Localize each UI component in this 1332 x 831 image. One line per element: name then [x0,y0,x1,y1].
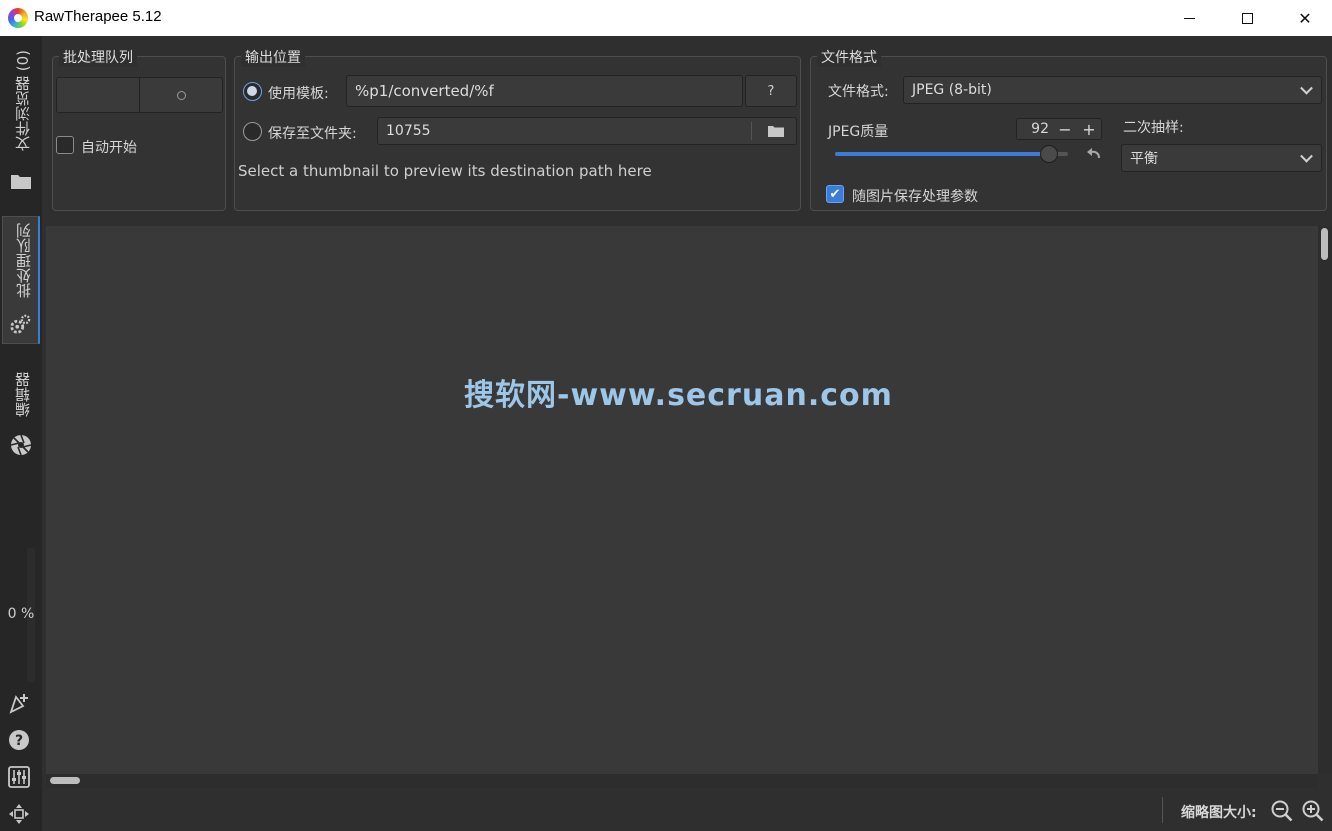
help-icon[interactable]: ? [8,729,30,751]
file-format-panel: 文件格式 文件格式: JPEG (8-bit) JPEG质量 92 − + 二次… [810,47,1327,211]
fullscreen-icon[interactable] [8,803,30,825]
folder-chooser-divider [751,122,752,140]
subsampling-label: 二次抽样: [1123,120,1184,136]
folder-icon [10,170,32,192]
window-title: RawTherapee 5.12 [34,8,162,25]
aperture-icon [10,434,32,456]
horizontal-scrollbar-thumb[interactable] [50,777,80,784]
maximize-icon [1241,12,1253,24]
jpeg-quality-slider-fill [835,152,1049,156]
file-format-label: 文件格式: [828,84,889,100]
maximize-button[interactable] [1218,0,1276,36]
file-format-dropdown[interactable]: JPEG (8-bit) [903,76,1322,104]
tab-editor-label: 编辑器 [14,372,32,417]
batch-queue-panel: 批处理队列 自动开始 [52,47,226,211]
save-params-label: 随图片保存处理参数 [852,189,978,205]
use-template-radio[interactable] [243,82,262,101]
save-params-checkbox[interactable]: ✔ [826,185,844,203]
tab-batch-queue[interactable]: 批处理队列 [2,216,40,344]
output-location-legend: 输出位置 [241,47,305,67]
auto-start-label: 自动开始 [81,140,137,156]
start-queue-button[interactable] [56,77,140,113]
queue-thumbnail-area[interactable]: 搜软网-www.secruan.com [46,226,1318,774]
file-format-value: JPEG (8-bit) [912,82,992,98]
preferences-icon[interactable] [8,766,30,788]
close-button[interactable]: ✕ [1276,0,1332,36]
quality-increase-button[interactable]: + [1077,120,1101,139]
gears-icon [9,313,31,335]
record-dot-icon [176,90,186,100]
jpeg-quality-spinner[interactable]: 92 − + [1016,118,1102,140]
vertical-scrollbar[interactable] [1318,226,1332,774]
tab-file-browser[interactable]: 文件浏览器 (0) [2,46,40,206]
jpeg-quality-label: JPEG质量 [828,124,889,140]
folder-chooser-value: 10755 [386,123,431,139]
jpeg-quality-slider[interactable] [835,145,1068,163]
horizontal-scrollbar[interactable] [46,774,1318,788]
batch-queue-legend: 批处理队列 [59,47,137,67]
new-editor-icon[interactable] [8,692,30,714]
output-location-panel: 输出位置 使用模板: %p1/converted/%f ? 保存至文件夹: 10… [234,47,801,211]
watermark-text: 搜软网-www.secruan.com [464,378,893,413]
template-help-button[interactable]: ? [745,75,797,107]
chevron-down-icon [1300,149,1313,163]
folder-chooser[interactable]: 10755 [377,117,797,145]
zoom-out-icon[interactable] [1271,800,1293,822]
tab-editor[interactable]: 编辑器 [2,366,40,456]
queue-progress-text: 0 % [7,606,35,622]
quality-decrease-button[interactable]: − [1053,120,1077,139]
title-bar: RawTherapee 5.12 ✕ [0,0,1332,36]
save-to-folder-label: 保存至文件夹: [268,126,357,142]
save-to-folder-radio[interactable] [243,122,262,141]
file-format-legend: 文件格式 [817,47,881,67]
destination-hint: Select a thumbnail to preview its destin… [238,162,652,180]
vertical-scrollbar-thumb[interactable] [1321,228,1328,260]
subsampling-value: 平衡 [1130,151,1158,167]
zoom-in-icon[interactable] [1302,800,1324,822]
template-input[interactable]: %p1/converted/%f [346,75,743,107]
tab-batch-queue-label: 批处理队列 [15,223,33,298]
left-tab-bar: 文件浏览器 (0) 批处理队列 编辑器 0 % ? [0,36,42,831]
bottom-separator [1162,797,1163,823]
stop-queue-button[interactable] [139,77,223,113]
chevron-down-icon [1300,81,1313,95]
use-template-label: 使用模板: [268,86,329,102]
minimize-icon [1183,17,1195,19]
subsampling-dropdown[interactable]: 平衡 [1121,144,1322,172]
open-folder-icon[interactable] [768,125,784,141]
svg-text:?: ? [15,733,23,749]
jpeg-quality-slider-handle[interactable] [1040,145,1058,163]
minimize-button[interactable] [1160,0,1218,36]
tab-file-browser-label: 文件浏览器 (0) [14,50,32,152]
thumbnail-size-label: 缩略图大小: [1181,805,1257,821]
jpeg-quality-value: 92 [1031,121,1049,137]
rawtherapee-logo-icon [8,8,28,28]
reset-icon[interactable] [1087,148,1101,164]
bottom-toolbar [42,788,1332,831]
auto-start-checkbox[interactable] [56,136,74,154]
